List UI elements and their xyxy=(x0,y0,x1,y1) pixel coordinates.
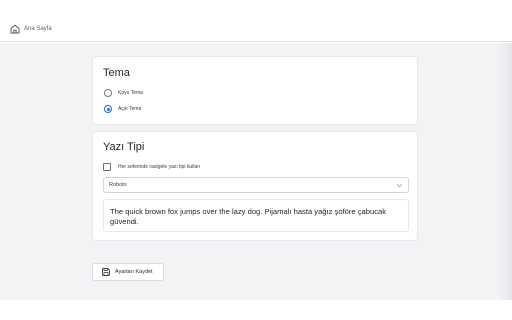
random-font-option[interactable]: Her seferinde rastgele yazı tipi kullan xyxy=(103,163,200,171)
footer-area xyxy=(0,300,512,320)
dark-theme-radio[interactable] xyxy=(104,89,112,97)
font-preview-box: The quick brown fox jumps over the lazy … xyxy=(103,199,409,232)
dark-theme-label: Koyu Tema xyxy=(118,90,143,96)
light-theme-radio[interactable] xyxy=(104,105,112,113)
chevron-down-icon xyxy=(396,183,403,188)
top-bar: Ana Sayfa xyxy=(0,0,512,42)
font-preview-text: The quick brown fox jumps over the lazy … xyxy=(110,207,387,226)
font-select[interactable]: Roboto xyxy=(103,177,409,193)
save-settings-button[interactable]: Ayarları Kaydet xyxy=(92,263,164,281)
scrollbar-track[interactable] xyxy=(498,43,512,300)
home-icon xyxy=(10,24,20,34)
light-theme-label: Açık Tema xyxy=(118,106,142,112)
radio-option-light-theme[interactable]: Açık Tema xyxy=(104,105,141,113)
save-icon xyxy=(102,268,110,276)
random-font-checkbox[interactable] xyxy=(103,163,111,171)
font-card: Yazı Tipi Her seferinde rastgele yazı ti… xyxy=(92,131,418,241)
home-link[interactable]: Ana Sayfa xyxy=(10,24,52,34)
radio-option-dark-theme[interactable]: Koyu Tema xyxy=(104,89,143,97)
font-select-value: Roboto xyxy=(109,182,127,188)
random-font-label: Her seferinde rastgele yazı tipi kullan xyxy=(118,164,200,170)
save-settings-label: Ayarları Kaydet xyxy=(115,269,153,275)
home-link-label: Ana Sayfa xyxy=(24,26,52,32)
font-card-title: Yazı Tipi xyxy=(103,141,145,153)
theme-card-title: Tema xyxy=(103,67,130,79)
theme-card: Tema Koyu Tema Açık Tema xyxy=(92,56,418,125)
